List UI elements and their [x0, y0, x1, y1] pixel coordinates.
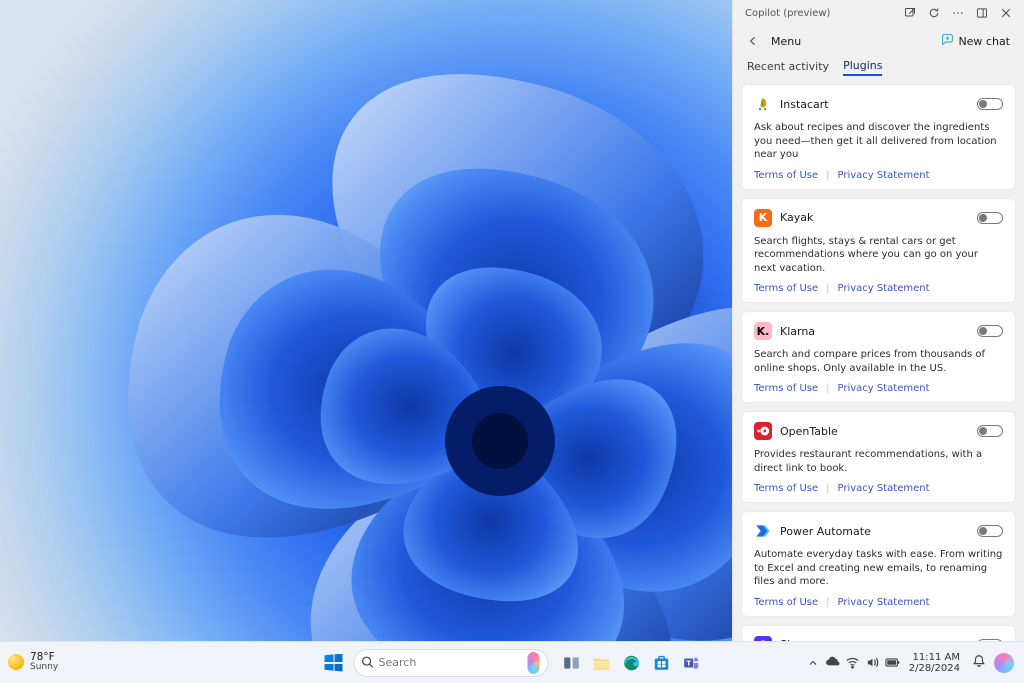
- search-icon: [361, 655, 375, 671]
- klarna-icon: K.: [754, 322, 772, 340]
- taskbar-pinned-apps: T: [559, 650, 705, 676]
- weather-icon: [8, 654, 24, 670]
- terms-link[interactable]: Terms of Use: [754, 283, 818, 294]
- power-automate-icon: [754, 522, 772, 540]
- plugin-toggle-klarna[interactable]: [977, 325, 1003, 337]
- titlebar-controls: [898, 0, 1018, 26]
- taskbar-app-explorer[interactable]: [589, 650, 615, 676]
- search-input[interactable]: [379, 656, 524, 669]
- plugin-description: Ask about recipes and discover the ingre…: [754, 121, 1003, 162]
- taskbar: 78°F Sunny: [0, 641, 1024, 683]
- new-chat-button[interactable]: New chat: [941, 33, 1010, 49]
- close-icon[interactable]: [994, 0, 1018, 26]
- plugin-card-klarna: K. Klarna Search and compare prices from…: [741, 311, 1016, 403]
- taskbar-weather[interactable]: 78°F Sunny: [8, 652, 58, 672]
- plugin-name: Instacart: [780, 98, 977, 111]
- copilot-panel: Copilot (preview) Menu: [732, 0, 1024, 641]
- kayak-icon: K: [754, 209, 772, 227]
- privacy-link[interactable]: Privacy Statement: [838, 170, 930, 181]
- svg-text:T: T: [686, 659, 691, 667]
- plugin-description: Automate everyday tasks with ease. From …: [754, 548, 1003, 589]
- tray-volume-icon[interactable]: [865, 655, 881, 671]
- plugin-card-instacart: Instacart Ask about recipes and discover…: [741, 84, 1016, 190]
- weather-cond: Sunny: [30, 663, 58, 672]
- copilot-tabs: Recent activity Plugins: [733, 56, 1024, 78]
- privacy-link[interactable]: Privacy Statement: [838, 483, 930, 494]
- plugin-description: Provides restaurant recommendations, wit…: [754, 448, 1003, 475]
- menu-label: Menu: [771, 35, 801, 48]
- taskbar-search[interactable]: [354, 649, 549, 677]
- more-icon[interactable]: [946, 0, 970, 26]
- clock-time: 11:11 AM: [913, 652, 960, 663]
- plugin-card-opentable: OpenTable Provides restaurant recommenda…: [741, 411, 1016, 503]
- tray-onedrive-icon[interactable]: [825, 655, 841, 671]
- copilot-menu-row: Menu New chat: [733, 26, 1024, 56]
- plugin-toggle-power-automate[interactable]: [977, 525, 1003, 537]
- terms-link[interactable]: Terms of Use: [754, 483, 818, 494]
- plugin-card-shop: S Shop Search for millions of products f…: [741, 625, 1016, 642]
- search-copilot-icon: [528, 652, 540, 674]
- back-button[interactable]: [747, 35, 763, 47]
- refresh-icon[interactable]: [922, 0, 946, 26]
- plugin-description: Search and compare prices from thousands…: [754, 348, 1003, 375]
- terms-link[interactable]: Terms of Use: [754, 383, 818, 394]
- plugin-toggle-kayak[interactable]: [977, 212, 1003, 224]
- terms-link[interactable]: Terms of Use: [754, 170, 818, 181]
- taskbar-copilot-icon[interactable]: [994, 653, 1014, 673]
- open-external-icon[interactable]: [898, 0, 922, 26]
- tray-wifi-icon[interactable]: [845, 655, 861, 671]
- windows-logo-icon: [325, 654, 343, 672]
- system-tray: [805, 655, 901, 671]
- tab-recent-activity[interactable]: Recent activity: [747, 60, 829, 75]
- taskbar-app-edge[interactable]: [619, 650, 645, 676]
- privacy-link[interactable]: Privacy Statement: [838, 597, 930, 608]
- plugin-card-power-automate: Power Automate Automate everyday tasks w…: [741, 511, 1016, 617]
- plugin-name: Kayak: [780, 211, 977, 224]
- plugin-description: Search flights, stays & rental cars or g…: [754, 235, 1003, 276]
- notifications-icon[interactable]: [972, 654, 986, 671]
- dock-icon[interactable]: [970, 0, 994, 26]
- taskbar-center: T: [320, 649, 705, 677]
- privacy-link[interactable]: Privacy Statement: [838, 283, 930, 294]
- tray-chevron-icon[interactable]: [805, 655, 821, 671]
- plugin-name: OpenTable: [780, 425, 977, 438]
- plugin-name: Klarna: [780, 325, 977, 338]
- tray-battery-icon[interactable]: [885, 655, 901, 671]
- privacy-link[interactable]: Privacy Statement: [838, 383, 930, 394]
- start-button[interactable]: [320, 649, 348, 677]
- opentable-icon: [754, 422, 772, 440]
- plugin-name: Power Automate: [780, 525, 977, 538]
- plugin-toggle-instacart[interactable]: [977, 98, 1003, 110]
- terms-link[interactable]: Terms of Use: [754, 597, 818, 608]
- taskbar-clock[interactable]: 11:11 AM 2/28/2024: [909, 652, 964, 674]
- taskbar-app-task-view[interactable]: [559, 650, 585, 676]
- new-chat-label: New chat: [958, 35, 1010, 48]
- window-title: Copilot (preview): [739, 8, 898, 19]
- new-chat-icon: [941, 33, 954, 49]
- taskbar-app-store[interactable]: [649, 650, 675, 676]
- tab-plugins[interactable]: Plugins: [843, 59, 882, 76]
- taskbar-app-teams[interactable]: T: [679, 650, 705, 676]
- plugin-list: Instacart Ask about recipes and discover…: [733, 78, 1024, 641]
- plugin-toggle-opentable[interactable]: [977, 425, 1003, 437]
- instacart-icon: [754, 95, 772, 113]
- taskbar-right: 11:11 AM 2/28/2024: [805, 652, 1016, 674]
- clock-date: 2/28/2024: [909, 663, 960, 674]
- plugin-card-kayak: K Kayak Search flights, stays & rental c…: [741, 198, 1016, 304]
- copilot-titlebar: Copilot (preview): [733, 0, 1024, 26]
